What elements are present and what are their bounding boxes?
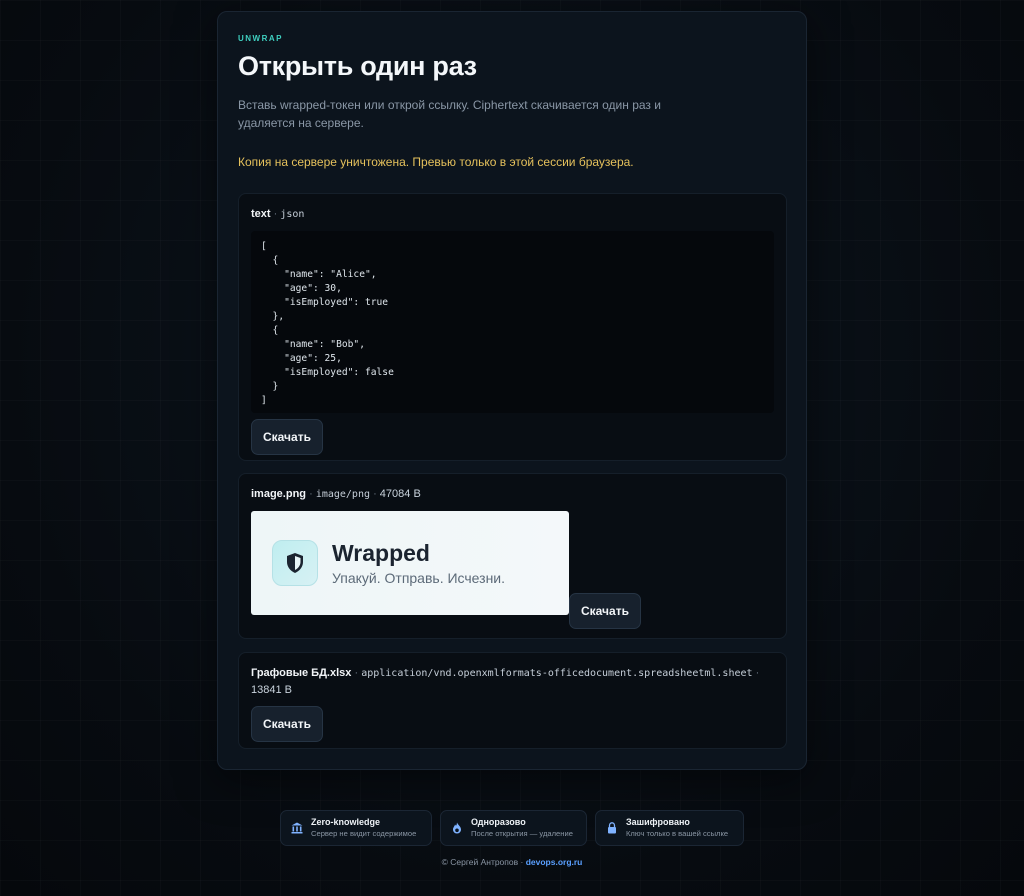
download-button[interactable]: Скачать: [251, 706, 323, 742]
copyright-text: © Сергей Антропов ·: [441, 857, 524, 867]
feature-badges: Zero-knowledge Сервер не видит содержимо…: [280, 810, 744, 846]
download-button[interactable]: Скачать: [569, 593, 641, 629]
item-header: image.png · image/png · 47084 B: [251, 486, 774, 503]
unwrap-card: UNWRAP Открыть один раз Вставь wrapped-т…: [217, 11, 807, 770]
badge-subtitle: Сервер не видит содержимое: [311, 829, 417, 838]
download-button[interactable]: Скачать: [251, 419, 323, 455]
item-header: Графовые БД.xlsx · application/vnd.openx…: [251, 665, 774, 698]
badge-title: Zero-knowledge: [311, 817, 381, 827]
item-type: image/png: [315, 489, 370, 500]
image-preview: Wrapped Упакуй. Отправь. Исчезни.: [251, 511, 569, 615]
destroyed-warning: Копия на сервере уничтожена. Превью толь…: [238, 155, 634, 169]
preview-wordmark: Wrapped: [332, 540, 430, 566]
json-preview: [ { "name": "Alice", "age": 30, "isEmplo…: [251, 231, 774, 413]
separator: ·: [273, 208, 278, 220]
shield-icon: [272, 540, 318, 586]
badge-encrypted: Зашифровано Ключ только в вашей ссылке: [595, 810, 744, 846]
item-name: image.png: [251, 488, 307, 500]
footer-copyright: © Сергей Антропов · devops.org.ru: [0, 857, 1024, 867]
separator: ·: [755, 667, 760, 679]
item-file-block: Графовые БД.xlsx · application/vnd.openx…: [238, 652, 787, 749]
item-text-block: text · json [ { "name": "Alice", "age": …: [238, 193, 787, 461]
separator: ·: [373, 488, 377, 500]
page-subtitle: Вставь wrapped-токен или открой ссылку. …: [238, 98, 661, 130]
preview-tagline: Упакуй. Отправь. Исчезни.: [332, 570, 506, 586]
badge-subtitle: Ключ только в вашей ссылке: [626, 829, 729, 838]
item-image-block: image.png · image/png · 47084 B Wrapped …: [238, 473, 787, 639]
fire-icon: [450, 821, 464, 835]
badge-title: Зашифровано: [626, 817, 690, 827]
badge-one-time: Одноразово После открытия — удаление: [440, 810, 587, 846]
item-type: application/vnd.openxmlformats-officedoc…: [361, 668, 753, 679]
separator: ·: [309, 488, 313, 500]
badge-zero-knowledge: Zero-knowledge Сервер не видит содержимо…: [280, 810, 432, 846]
item-name: text: [251, 208, 271, 220]
lock-icon: [605, 821, 619, 835]
item-size: 47084 B: [379, 488, 421, 500]
item-size: 13841 B: [251, 684, 292, 696]
item-header: text · json: [251, 206, 774, 223]
separator: ·: [354, 667, 359, 679]
page-title: Открыть один раз: [238, 51, 477, 81]
bank-icon: [290, 821, 304, 835]
item-name: Графовые БД.xlsx: [251, 667, 352, 679]
badge-subtitle: После открытия — удаление: [471, 829, 573, 838]
footer-link[interactable]: devops.org.ru: [526, 857, 583, 867]
eyebrow-label: UNWRAP: [238, 34, 283, 43]
item-type: json: [280, 209, 305, 220]
badge-title: Одноразово: [471, 817, 526, 827]
